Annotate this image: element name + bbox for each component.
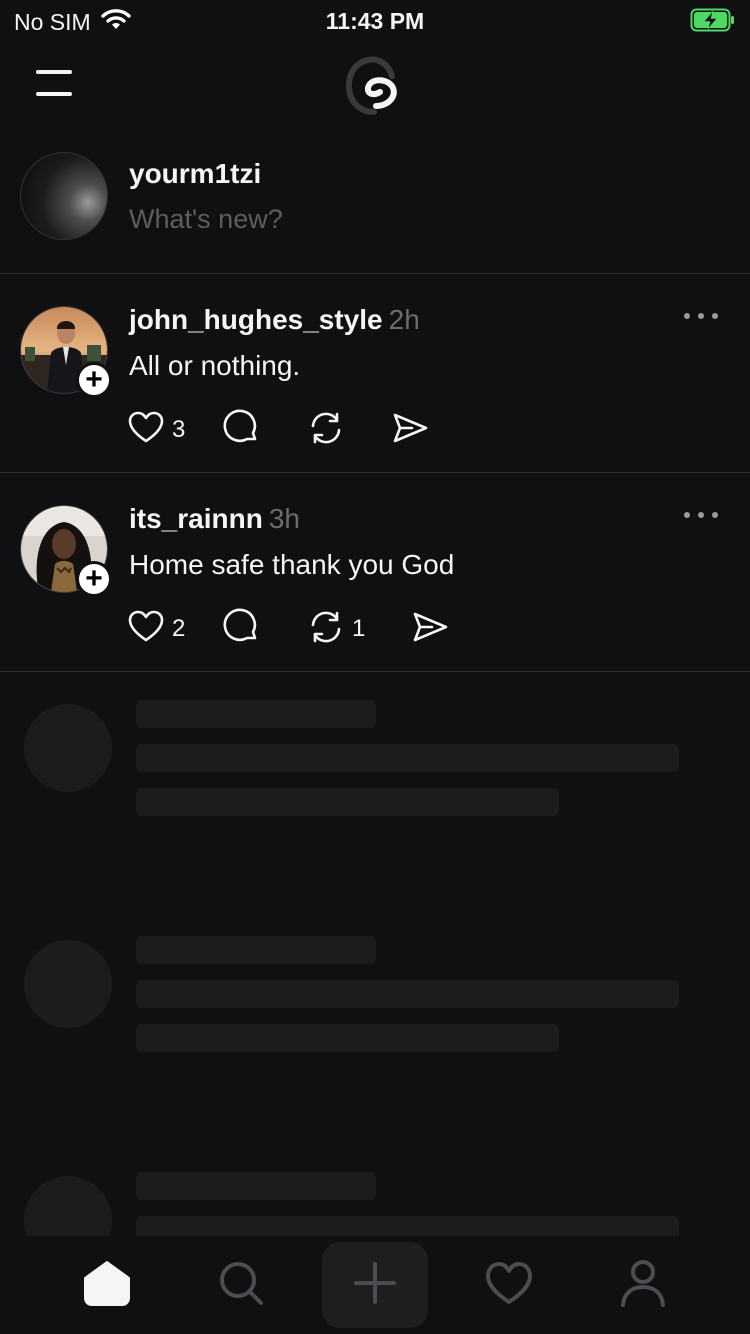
heart-icon — [126, 607, 166, 652]
placeholder-line — [136, 980, 679, 1008]
post-time: 2h — [388, 304, 420, 335]
tab-bar — [0, 1236, 750, 1334]
placeholder-line — [136, 788, 559, 816]
post-actions: 2 1 — [126, 607, 450, 651]
comment-icon — [222, 607, 262, 652]
post-actions: 3 — [126, 408, 430, 452]
send-icon — [390, 408, 430, 453]
like-button[interactable]: 2 — [126, 607, 222, 651]
follow-button[interactable]: + — [76, 362, 112, 398]
placeholder-avatar — [24, 1176, 112, 1236]
placeholder-line — [136, 1024, 559, 1052]
repost-button[interactable]: 1 — [306, 607, 410, 651]
threads-logo-icon[interactable] — [340, 50, 410, 120]
comment-icon — [222, 408, 262, 453]
loading-placeholder — [0, 672, 750, 908]
avatar[interactable]: + — [20, 505, 112, 597]
reply-button[interactable] — [222, 408, 306, 452]
post-text: All or nothing. — [129, 350, 301, 381]
status-bar: No SIM 11:43 PM — [0, 0, 750, 44]
tab-home[interactable] — [52, 1236, 162, 1334]
search-icon — [217, 1259, 265, 1312]
send-icon — [410, 607, 450, 652]
tab-search[interactable] — [186, 1236, 296, 1334]
loading-placeholder — [0, 1144, 750, 1236]
share-button[interactable] — [390, 408, 430, 452]
more-options-icon[interactable] — [684, 310, 718, 322]
post-username[interactable]: john_hughes_style — [129, 304, 383, 335]
like-button[interactable]: 3 — [126, 408, 222, 452]
loading-placeholder — [0, 908, 750, 1144]
composer-input[interactable]: What's new? — [129, 204, 283, 235]
status-time: 11:43 PM — [325, 8, 425, 34]
placeholder-line — [136, 936, 376, 964]
avatar[interactable]: + — [20, 306, 112, 398]
battery-charging-icon — [690, 7, 736, 38]
like-count: 3 — [172, 416, 186, 443]
tab-create[interactable] — [322, 1242, 428, 1328]
tab-activity[interactable] — [454, 1236, 564, 1334]
follow-button[interactable]: + — [76, 561, 112, 597]
post-username[interactable]: its_rainnn — [129, 503, 263, 534]
placeholder-avatar — [24, 940, 112, 1028]
repost-count: 1 — [352, 615, 366, 642]
repost-button[interactable] — [306, 408, 390, 452]
share-button[interactable] — [410, 607, 450, 651]
tab-profile[interactable] — [588, 1236, 698, 1334]
placeholder-avatar — [24, 704, 112, 792]
menu-icon[interactable] — [36, 70, 74, 100]
repost-icon — [306, 607, 346, 652]
post-item[interactable]: + john_hughes_style 2h All or nothing. 3 — [0, 274, 750, 473]
post-item[interactable]: + its_rainnn 3h Home safe thank you God 2 — [0, 473, 750, 672]
placeholder-line — [136, 744, 679, 772]
home-icon — [83, 1260, 131, 1311]
profile-icon — [620, 1259, 666, 1312]
placeholder-line — [136, 1172, 376, 1200]
activity-icon — [484, 1260, 534, 1311]
create-icon — [353, 1261, 397, 1310]
heart-icon — [126, 408, 166, 453]
repost-icon — [306, 408, 346, 453]
composer-username: yourm1tzi — [129, 158, 262, 189]
top-bar — [0, 44, 750, 140]
new-post-composer[interactable]: yourm1tzi What's new? — [0, 148, 750, 274]
avatar[interactable] — [20, 152, 108, 240]
placeholder-line — [136, 1216, 679, 1236]
placeholder-line — [136, 700, 376, 728]
post-time: 3h — [268, 503, 300, 534]
like-count: 2 — [172, 615, 186, 642]
post-header: its_rainnn 3h — [129, 503, 300, 535]
reply-button[interactable] — [222, 607, 306, 651]
post-text: Home safe thank you God — [129, 549, 455, 580]
post-header: john_hughes_style 2h — [129, 304, 420, 336]
more-options-icon[interactable] — [684, 509, 718, 521]
